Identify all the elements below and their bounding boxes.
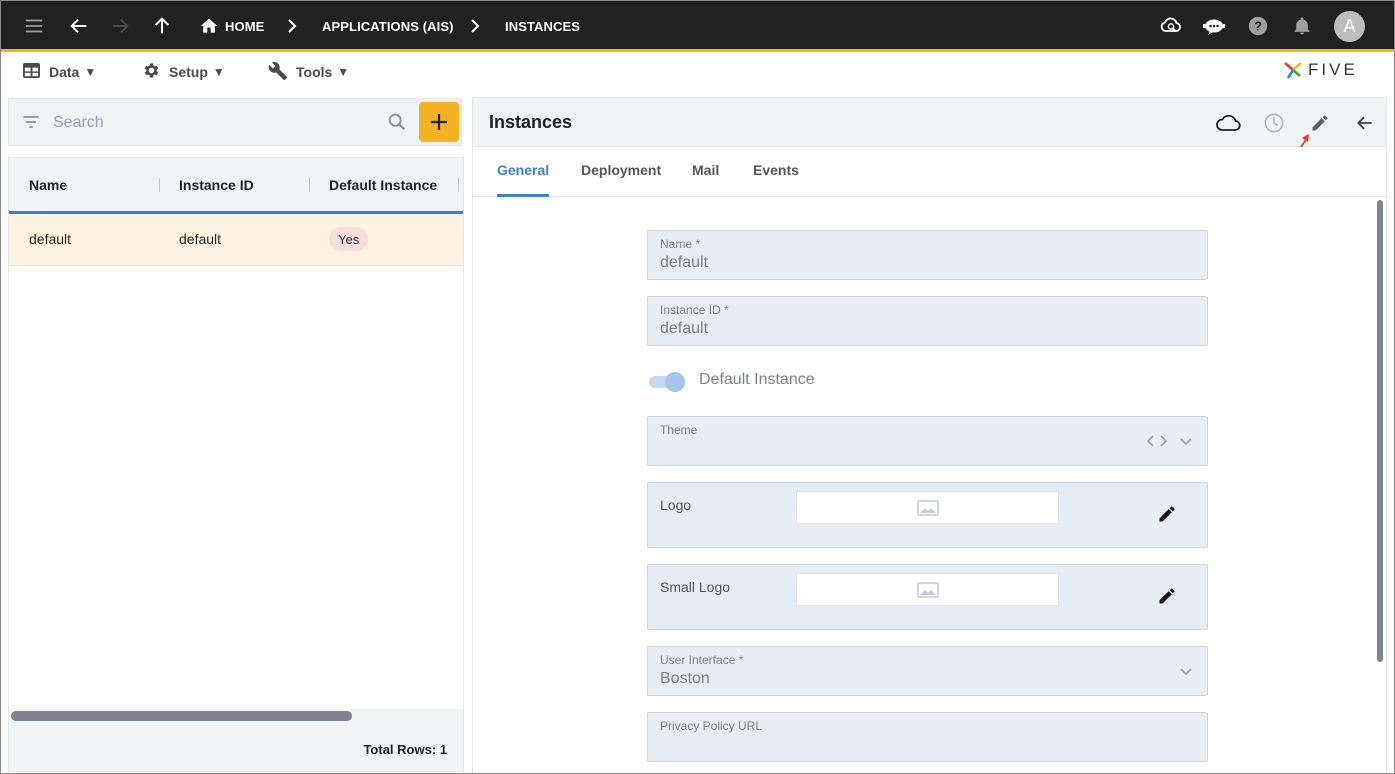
- history-clock-icon[interactable]: [1261, 110, 1287, 136]
- caret-down-icon: ▼: [84, 65, 97, 79]
- wrench-icon: [268, 61, 296, 84]
- five-logo: FIVE: [1282, 57, 1374, 83]
- gear-icon: [142, 61, 169, 83]
- column-header-default-instance[interactable]: Default Instance: [329, 177, 437, 193]
- caret-down-icon: ▼: [212, 65, 225, 79]
- chevron-down-icon[interactable]: [1178, 663, 1194, 684]
- user-interface-field-value: Boston: [660, 670, 710, 687]
- breadcrumb-home[interactable]: HOME: [225, 19, 264, 34]
- breadcrumb-instances: INSTANCES: [505, 19, 581, 34]
- tab-events[interactable]: Events: [753, 162, 799, 178]
- menu-setup-label: Setup: [169, 64, 208, 80]
- list-footer: Total Rows: 1: [9, 723, 463, 771]
- name-field-value: default: [660, 254, 709, 271]
- table-row[interactable]: default default Yes: [9, 214, 463, 266]
- chevron-right-icon: [467, 14, 483, 38]
- tab-bar: General Deployment Mail Events: [473, 147, 1386, 197]
- menu-data-label: Data: [49, 64, 80, 80]
- small-logo-field-label: Small Logo: [660, 579, 731, 595]
- menu-bar: Data ▼ Setup ▼ Tools ▼: [0, 55, 1395, 89]
- theme-field-label: Theme: [660, 423, 698, 437]
- edit-logo-pencil-icon[interactable]: [1156, 503, 1178, 525]
- menu-tools[interactable]: Tools ▼: [268, 61, 349, 83]
- plus-icon: [431, 114, 447, 130]
- detail-header: Instances: [473, 98, 1386, 147]
- detail-panel: Instances General Deployment Mail Events…: [472, 97, 1387, 774]
- menu-tools-label: Tools: [296, 64, 333, 80]
- image-placeholder-icon: [916, 499, 939, 516]
- five-logo-mark: [1284, 62, 1302, 79]
- default-instance-toggle[interactable]: [649, 370, 687, 392]
- menu-data[interactable]: Data ▼: [22, 61, 96, 83]
- instance-id-field-value: default: [660, 320, 709, 337]
- active-tab-indicator: [497, 194, 549, 197]
- code-icon[interactable]: [1146, 433, 1168, 454]
- vertical-scrollbar[interactable]: [1377, 200, 1383, 662]
- help-icon[interactable]: ?: [1246, 14, 1270, 38]
- user-interface-select[interactable]: User Interface * Boston: [647, 646, 1208, 696]
- cloud-sync-icon[interactable]: [1159, 14, 1183, 38]
- table-icon: [22, 62, 49, 82]
- column-header-name[interactable]: Name: [29, 177, 67, 193]
- cloud-icon[interactable]: [1215, 110, 1241, 136]
- theme-select[interactable]: Theme: [647, 416, 1208, 466]
- chat-bot-icon[interactable]: [1202, 14, 1226, 38]
- instances-list: Name Instance ID Default Instance defaul…: [8, 157, 464, 772]
- top-bar: HOME APPLICATIONS (AIS) INSTANCES ? A: [0, 0, 1395, 52]
- svg-text:?: ?: [1254, 19, 1262, 34]
- search-icon[interactable]: [386, 111, 408, 138]
- cell-instance-id: default: [179, 231, 222, 247]
- small-logo-field: Small Logo: [647, 564, 1208, 630]
- instance-id-field[interactable]: Instance ID * default: [647, 296, 1208, 346]
- chevron-right-icon: [284, 14, 300, 38]
- avatar[interactable]: A: [1334, 11, 1365, 42]
- search-bar: [8, 98, 462, 146]
- menu-icon[interactable]: [22, 14, 46, 38]
- default-instance-label: Default Instance: [699, 371, 815, 388]
- tab-general[interactable]: General: [497, 162, 549, 178]
- column-header-instance-id[interactable]: Instance ID: [179, 177, 254, 193]
- forward-arrow-icon[interactable]: [108, 14, 132, 38]
- user-interface-field-label: User Interface *: [660, 653, 744, 667]
- logo-field-label: Logo: [660, 497, 692, 513]
- up-arrow-icon[interactable]: [150, 14, 174, 38]
- small-logo-image-preview[interactable]: [796, 573, 1059, 606]
- name-field[interactable]: Name * default: [647, 230, 1208, 280]
- list-header: Name Instance ID Default Instance: [9, 158, 463, 214]
- chevron-down-icon[interactable]: [1178, 433, 1194, 454]
- instance-id-field-label: Instance ID *: [660, 303, 729, 317]
- logo-text: FIVE: [1308, 60, 1358, 79]
- search-input[interactable]: [53, 111, 373, 135]
- image-placeholder-icon: [916, 581, 939, 598]
- filter-icon[interactable]: [21, 112, 41, 137]
- column-divider[interactable]: [458, 178, 459, 192]
- horizontal-scrollbar[interactable]: [9, 709, 463, 723]
- breadcrumb-applications[interactable]: APPLICATIONS (AIS): [322, 19, 454, 34]
- status-badge: Yes: [329, 227, 369, 251]
- menu-setup[interactable]: Setup ▼: [142, 61, 225, 83]
- column-divider[interactable]: [159, 178, 160, 192]
- home-icon[interactable]: [197, 14, 221, 38]
- name-field-label: Name *: [660, 237, 701, 251]
- logo-image-preview[interactable]: [796, 491, 1059, 524]
- privacy-policy-url-label: Privacy Policy URL: [660, 719, 763, 733]
- scrollbar-thumb[interactable]: [11, 711, 352, 721]
- total-rows: Total Rows: 1: [363, 742, 447, 757]
- notifications-icon[interactable]: [1290, 14, 1314, 38]
- caret-down-icon: ▼: [337, 65, 350, 79]
- column-divider[interactable]: [309, 178, 310, 192]
- add-button[interactable]: [419, 102, 459, 142]
- privacy-policy-url-field[interactable]: Privacy Policy URL: [647, 712, 1208, 762]
- back-arrow-icon[interactable]: [1352, 110, 1378, 136]
- toggle-thumb: [665, 372, 685, 392]
- tab-deployment[interactable]: Deployment: [581, 162, 661, 178]
- tab-mail[interactable]: Mail: [692, 162, 719, 178]
- logo-field: Logo: [647, 482, 1208, 548]
- edit-small-logo-pencil-icon[interactable]: [1156, 585, 1178, 607]
- page-title: Instances: [489, 112, 573, 132]
- back-arrow-icon[interactable]: [67, 14, 91, 38]
- cell-name: default: [29, 231, 72, 247]
